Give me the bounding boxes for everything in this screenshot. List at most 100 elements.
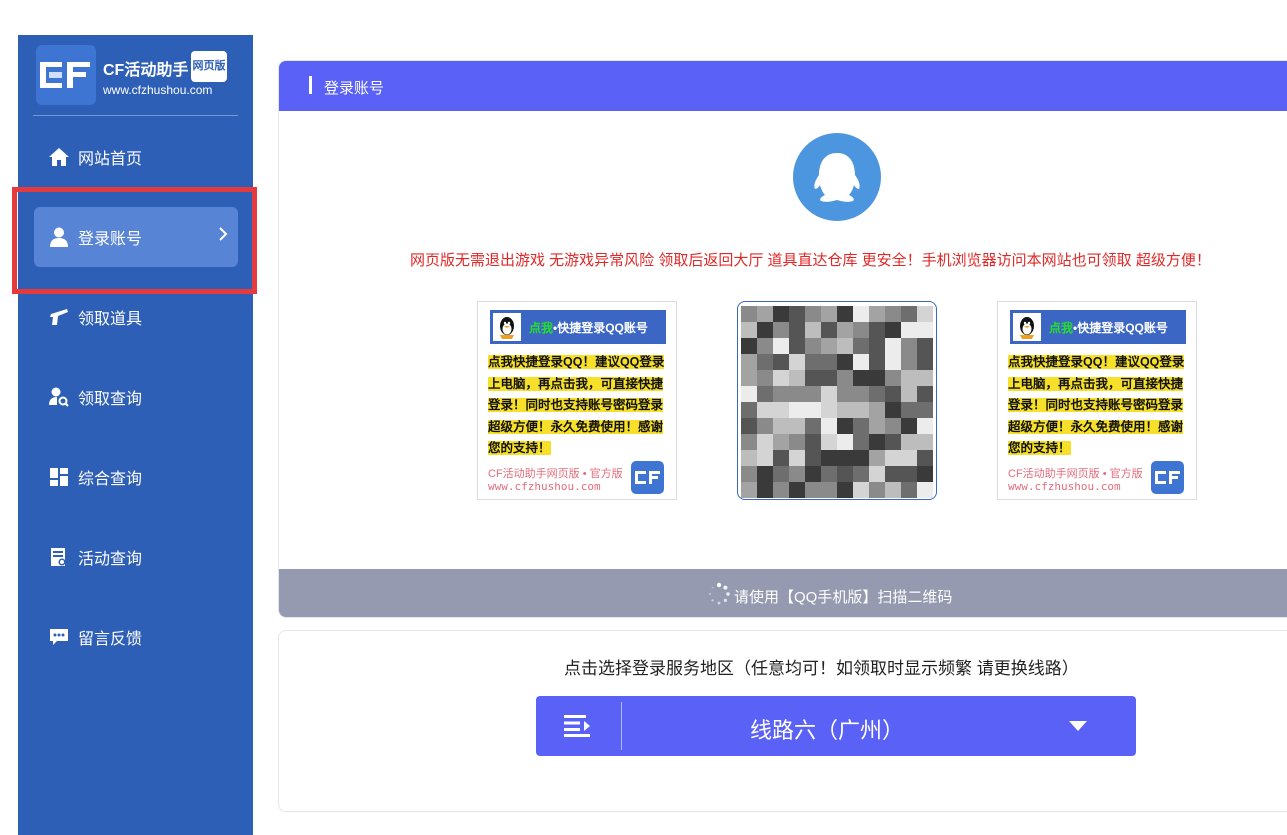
qr-pixel [837,354,853,370]
promo-footer-url: www.cfzhushou.com [1008,480,1121,493]
qr-pixel [789,402,805,418]
qr-pixel [917,482,933,498]
qr-pixel [741,338,757,354]
qr-pixel [789,434,805,450]
qr-pixel [885,418,901,434]
qr-pixel [917,322,933,338]
qr-pixel [789,450,805,466]
sidebar-item-claim[interactable]: 领取道具 [34,287,238,347]
qr-pixel [773,322,789,338]
qr-pixel [789,306,805,322]
qr-pixel [805,386,821,402]
qr-pixel [741,434,757,450]
qr-pixel [901,402,917,418]
qr-pixel [869,450,885,466]
brand[interactable]: CF活动助手 网页版 www.cfzhushou.com [36,45,236,107]
server-select-dropdown[interactable]: 线路六（广州） [536,696,1136,756]
sidebar-item-event-query[interactable]: 活动查询 [34,527,238,587]
promo-line: 上电脑，再点击我，可直接快捷 [1008,376,1184,391]
qr-pixel [869,418,885,434]
quick-login-highlight: 点我 [529,321,554,335]
qr-pixel [805,466,821,482]
qr-pixel [869,338,885,354]
qr-pixel [821,434,837,450]
qr-pixel [741,386,757,402]
qr-pixel [789,418,805,434]
qr-pixel [773,482,789,498]
qr-pixel [821,338,837,354]
qr-pixel [901,434,917,450]
qr-pixel [757,370,773,386]
qr-pixel [789,386,805,402]
qr-code-image [741,306,933,498]
quick-login-text: 点我•快捷登录QQ账号 [529,319,648,336]
dashboard-icon [48,466,70,488]
qr-pixel [789,482,805,498]
qr-pixel [837,418,853,434]
qr-pixel [869,386,885,402]
gun-icon [48,306,70,328]
promo-line: 登录！同时也支持账号密码登录 [1008,398,1184,412]
qr-pixel [885,370,901,386]
promo-line: 登录！同时也支持账号密码登录 [488,398,664,412]
qr-pixel [901,482,917,498]
qr-pixel [821,386,837,402]
qr-pixel [917,466,933,482]
quick-login-card-left[interactable]: 点我•快捷登录QQ账号 点我快捷登录QQ！建议QQ登录 上电脑，再点击我，可直接… [477,301,677,500]
qr-pixel [805,418,821,434]
cf-logo-icon [36,45,96,105]
qr-pixel [853,338,869,354]
qr-pixel [869,322,885,338]
qr-pixel [741,450,757,466]
quick-login-text: 点我•快捷登录QQ账号 [1049,319,1168,336]
qr-pixel [757,418,773,434]
qr-pixel [821,402,837,418]
promo-line: 点我快捷登录QQ！建议QQ登录 [1008,355,1185,369]
promo-body: 点我快捷登录QQ！建议QQ登录 上电脑，再点击我，可直接快捷 登录！同时也支持账… [1008,352,1188,460]
qr-pixel [821,370,837,386]
qr-pixel [805,482,821,498]
scan-status-text: 请使用【QQ手机版】扫描二维码 [734,589,953,606]
qr-pixel [805,450,821,466]
qr-pixel [837,402,853,418]
notice-text: 网页版无需退出游戏 无游戏异常风险 领取后返回大厅 道具直达仓库 更安全！手机浏… [410,252,1211,269]
qr-pixel [853,370,869,386]
select-separator [621,702,622,750]
sidebar-item-feedback[interactable]: 留言反馈 [34,607,238,667]
promo-footer-brand: CF活动助手网页版 • 官方版 [488,468,623,480]
qr-pixel [757,450,773,466]
quick-login-card-right[interactable]: 点我•快捷登录QQ账号 点我快捷登录QQ！建议QQ登录 上电脑，再点击我，可直接… [997,301,1197,500]
calendar-icon [48,546,70,568]
qr-code[interactable] [737,301,937,500]
sidebar-item-overview-query[interactable]: 综合查询 [34,447,238,507]
qr-pixel [789,370,805,386]
qr-pixel [837,466,853,482]
qr-pixel [885,386,901,402]
sidebar-item-label: 网站首页 [78,151,143,168]
qr-pixel [901,418,917,434]
qr-pixel [741,466,757,482]
qr-pixel [917,306,933,322]
quick-login-header[interactable]: 点我•快捷登录QQ账号 [1010,310,1186,344]
qr-pixel [917,402,933,418]
sidebar-item-home[interactable]: 网站首页 [34,127,238,187]
qr-pixel [901,450,917,466]
qr-pixel [773,434,789,450]
quick-login-header[interactable]: 点我•快捷登录QQ账号 [490,310,666,344]
sidebar-item-claim-query[interactable]: 领取查询 [34,367,238,427]
qq-penguin-icon [1013,313,1041,341]
qr-pixel [741,306,757,322]
panel-header: 登录账号 [279,61,1287,111]
qr-pixel [805,306,821,322]
qr-pixel [853,402,869,418]
qr-pixel [789,466,805,482]
qr-pixel [805,322,821,338]
qr-pixel [741,402,757,418]
qr-pixel [837,450,853,466]
qr-pixel [789,338,805,354]
qr-pixel [917,418,933,434]
qr-pixel [901,322,917,338]
loading-spinner-icon [707,582,731,606]
qr-pixel [773,354,789,370]
caret-down-icon [1069,721,1087,731]
